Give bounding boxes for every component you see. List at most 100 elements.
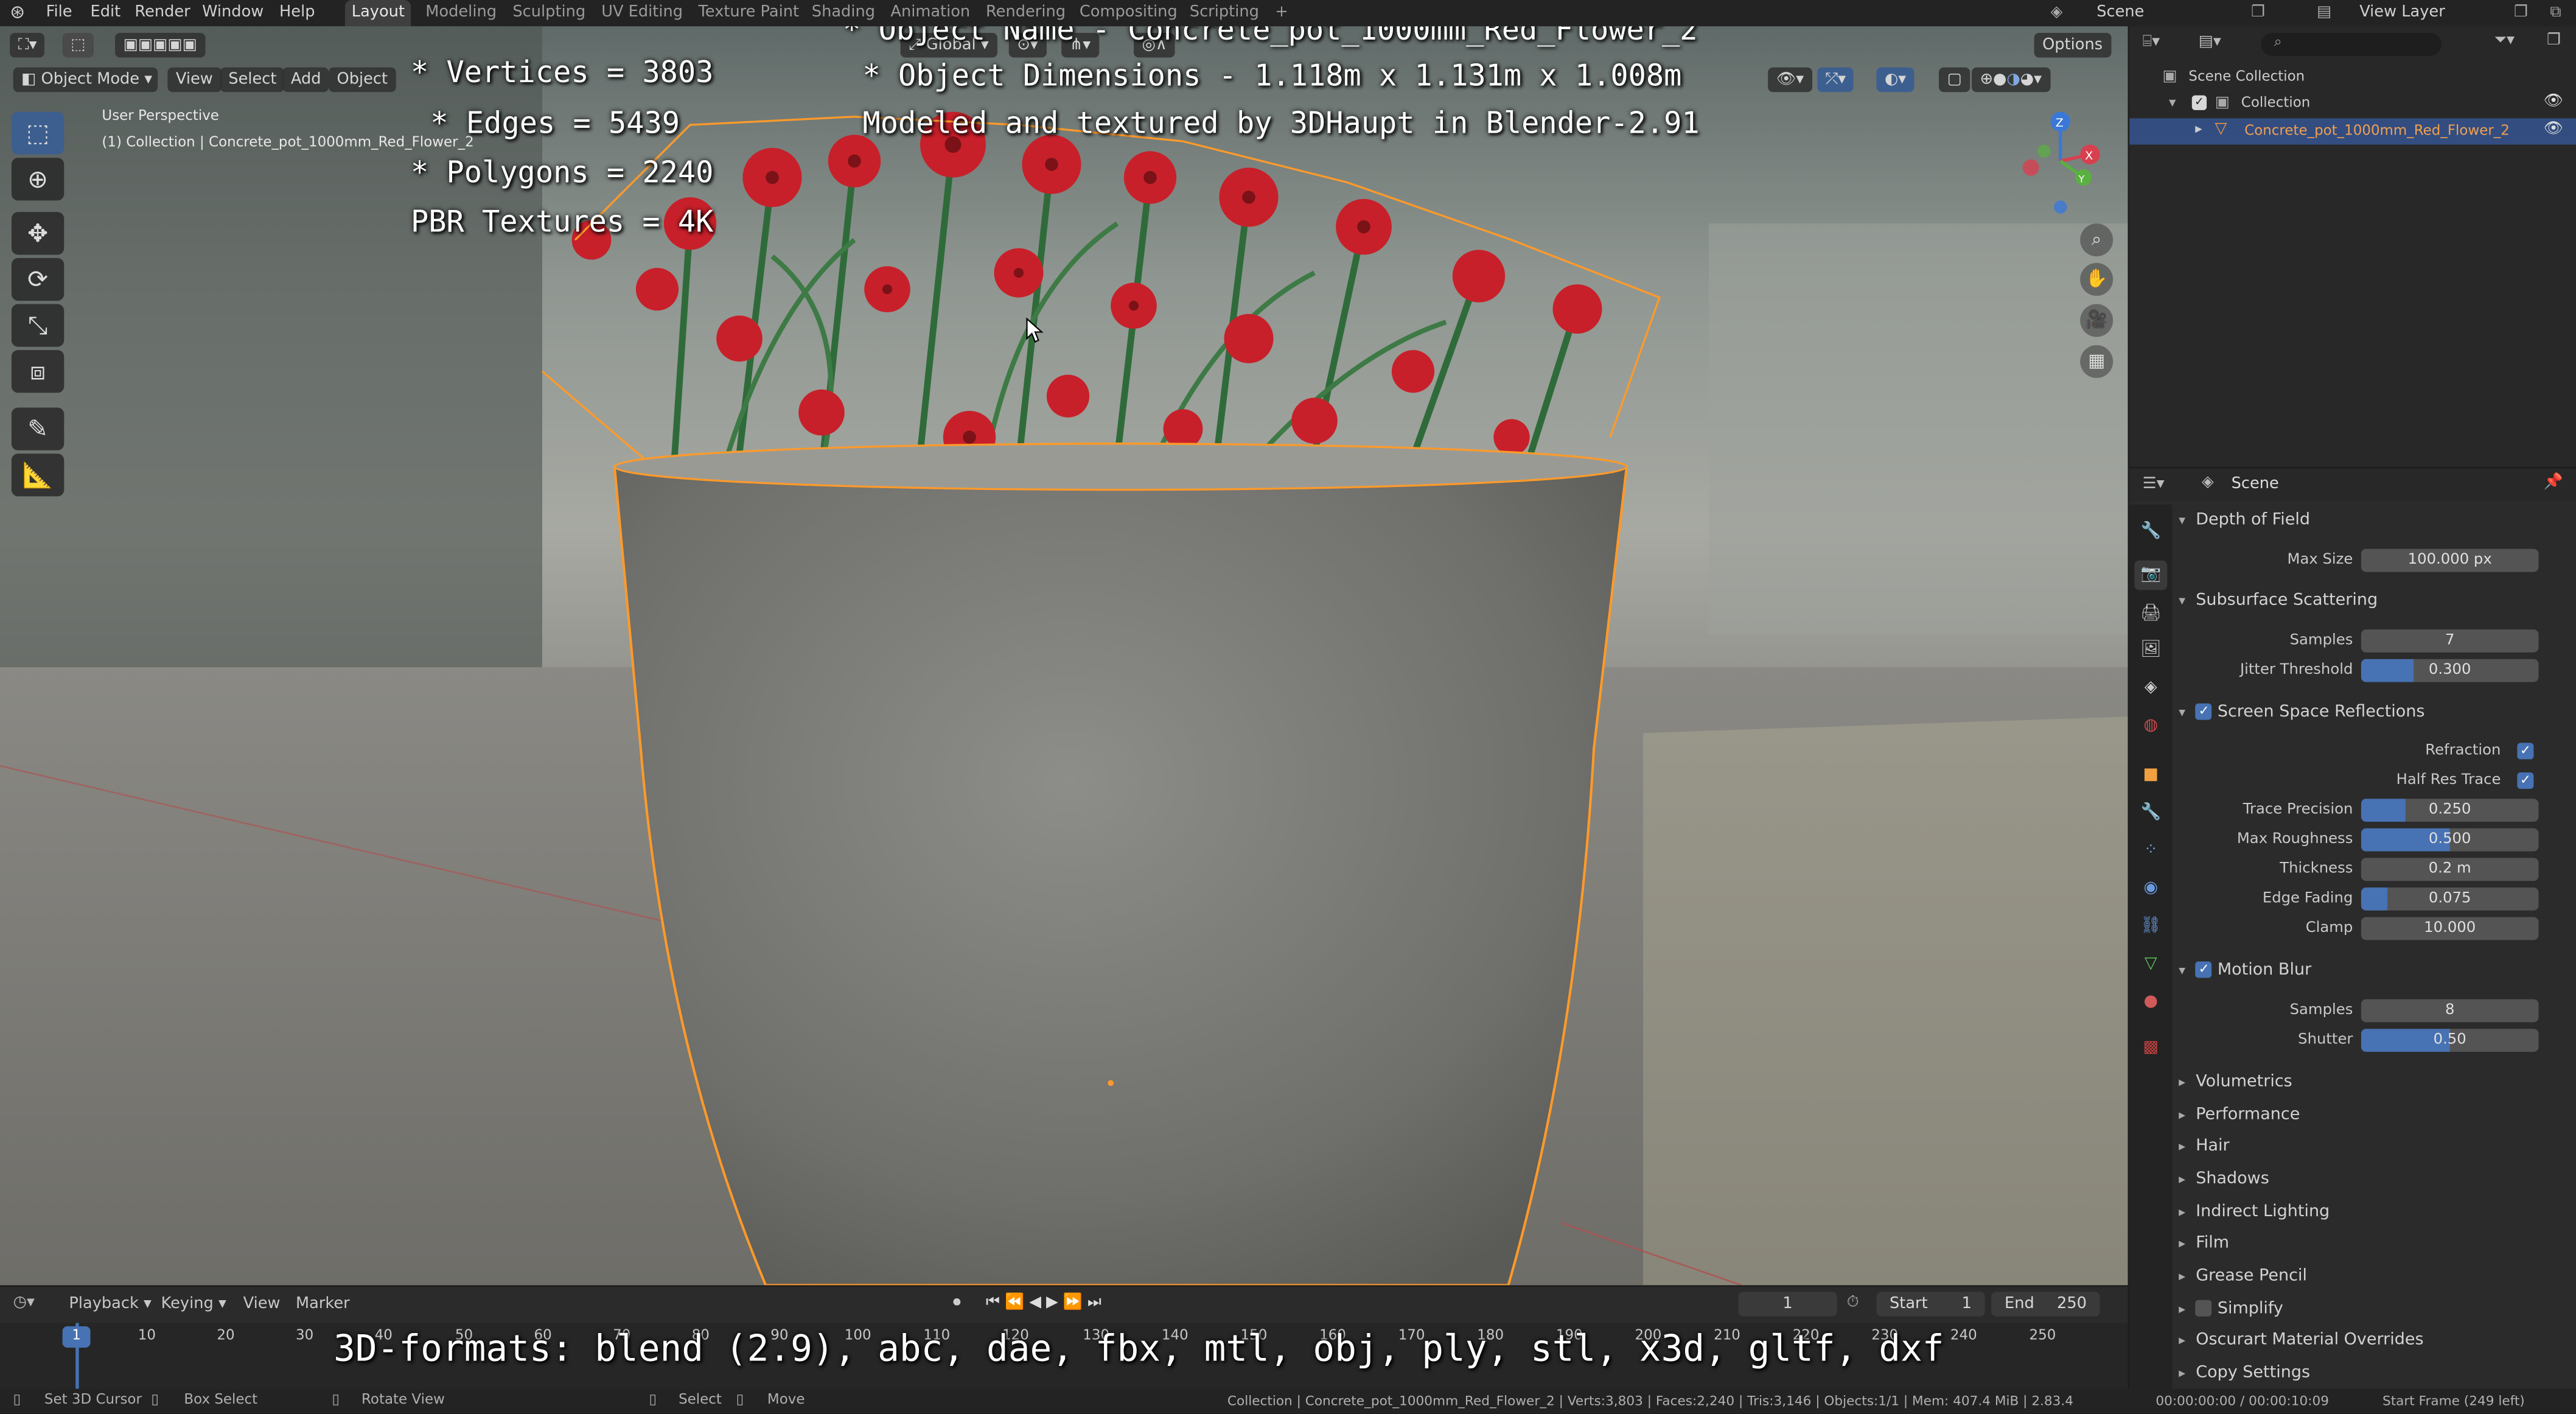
- outliner-panel[interactable]: ⌸▾ ▤▾ ⌕ ⏷▾ ❐ ▣ Scene Collection ▾ ✓ ▣ Co…: [2129, 26, 2576, 467]
- start-frame-field[interactable]: Start 1: [1876, 1292, 1985, 1317]
- properties-panel[interactable]: ☰▾ ◈ Scene 📌 🔧 📷 🖨 🖼 ◈ ◍ ■ 🔧 ⁘ ◉ ⛓ ▽ ● ▩…: [2129, 468, 2576, 1413]
- tab-texture-paint[interactable]: Texture Paint: [692, 0, 806, 26]
- remove-view-layer-icon[interactable]: ⧉: [2550, 0, 2561, 26]
- add-workspace-button[interactable]: +: [1268, 0, 1294, 26]
- motion-blur-checkbox[interactable]: ✓: [2196, 961, 2213, 978]
- half-res-trace-checkbox[interactable]: ✓: [2517, 772, 2534, 789]
- scene-icon[interactable]: ◈: [2051, 0, 2063, 26]
- shading-modes-icons[interactable]: ⊕●◑◕▾: [1972, 67, 2050, 93]
- display-mode-icon[interactable]: ▤▾: [2199, 33, 2221, 51]
- menu-select[interactable]: Select: [220, 67, 285, 93]
- zoom-icon[interactable]: ⌕: [2080, 223, 2114, 257]
- thickness-field[interactable]: 0.2 m: [2361, 858, 2539, 881]
- pin-icon[interactable]: 📌: [2544, 474, 2563, 492]
- simplify-panel[interactable]: ▸ Simplify: [2179, 1295, 2283, 1325]
- material-tab-icon[interactable]: ●: [2134, 988, 2167, 1018]
- new-scene-icon[interactable]: ❐: [2251, 0, 2265, 26]
- object-name-item[interactable]: Concrete_pot_1000mm_Red_Flower_2: [2244, 124, 2510, 140]
- edge-fading-slider[interactable]: 0.075: [2361, 887, 2539, 911]
- grease-pencil-panel[interactable]: ▸ Grease Pencil: [2179, 1262, 2307, 1292]
- transform-tool-icon[interactable]: ⧈: [11, 350, 65, 393]
- trace-precision-slider[interactable]: 0.250: [2361, 799, 2539, 822]
- filter-icon[interactable]: ⏷▾: [2494, 31, 2515, 49]
- editor-type-icon[interactable]: ⛶▾: [10, 33, 46, 58]
- 3d-viewport[interactable]: ⛶▾ ⬚ ▣▣▣▣▣ ◧ Object Mode ▾ View Select A…: [0, 26, 2128, 1286]
- current-frame-field[interactable]: 1: [1738, 1292, 1837, 1317]
- timeline-view-menu[interactable]: View: [243, 1295, 281, 1314]
- copy-settings-panel[interactable]: ▸ Copy Settings: [2179, 1359, 2310, 1389]
- options-dropdown[interactable]: Options: [2034, 33, 2111, 58]
- subsurface-scattering-panel[interactable]: ▾ Subsurface Scattering: [2179, 587, 2378, 617]
- sss-samples-field[interactable]: 7: [2361, 629, 2539, 653]
- hair-panel[interactable]: ▸ Hair: [2179, 1132, 2229, 1162]
- mode-dropdown[interactable]: ◧ Object Mode ▾: [13, 67, 158, 93]
- depth-of-field-panel[interactable]: ▾ Depth of Field: [2179, 506, 2310, 536]
- texture-tab-icon[interactable]: ▩: [2134, 1034, 2167, 1063]
- properties-editor-type-icon[interactable]: ☰▾: [2143, 475, 2165, 493]
- tab-layout[interactable]: Layout: [345, 0, 411, 27]
- cursor-tool-icon[interactable]: ⊕: [11, 158, 65, 201]
- object-visibility-icon[interactable]: 👁: [2544, 120, 2564, 138]
- performance-panel[interactable]: ▸ Performance: [2179, 1101, 2300, 1131]
- menu-file[interactable]: File: [46, 0, 72, 26]
- object-row-selected[interactable]: ▸ ▽ Concrete_pot_1000mm_Red_Flower_2 👁: [2129, 118, 2576, 145]
- camera-view-icon[interactable]: 🎥: [2080, 304, 2114, 337]
- scene-selector[interactable]: Scene: [2096, 0, 2144, 26]
- view-layer-tab-icon[interactable]: 🖼: [2134, 636, 2167, 666]
- film-panel[interactable]: ▸ Film: [2179, 1230, 2229, 1259]
- tab-sculpting[interactable]: Sculpting: [506, 0, 592, 26]
- move-tool-icon[interactable]: ✥: [11, 212, 65, 255]
- menu-edit[interactable]: Edit: [91, 0, 121, 26]
- marker-menu[interactable]: Marker: [296, 1295, 350, 1314]
- outliner-editor-type-icon[interactable]: ⌸▾: [2143, 33, 2160, 51]
- playback-menu[interactable]: Playback ▾: [69, 1295, 152, 1314]
- menu-object[interactable]: Object: [329, 67, 396, 93]
- world-tab-icon[interactable]: ◍: [2134, 712, 2167, 741]
- tool-tab-icon[interactable]: 🔧: [2134, 518, 2167, 548]
- object-expand-icon[interactable]: ▸: [2195, 122, 2202, 138]
- modifier-tab-icon[interactable]: 🔧: [2134, 799, 2167, 828]
- oscurart-overrides-panel[interactable]: ▸ Oscurart Material Overrides: [2179, 1326, 2423, 1356]
- ssr-checkbox[interactable]: ✓: [2196, 703, 2213, 720]
- scene-collection-item[interactable]: Scene Collection: [2188, 69, 2305, 85]
- tab-scripting[interactable]: Scripting: [1183, 0, 1266, 26]
- view-layer-selector[interactable]: View Layer: [2359, 0, 2445, 26]
- menu-render[interactable]: Render: [134, 0, 190, 26]
- visibility-icon[interactable]: 👁▾: [1768, 67, 1812, 93]
- constraints-tab-icon[interactable]: ⛓: [2134, 912, 2167, 942]
- end-frame-field[interactable]: End 250: [1991, 1292, 2100, 1317]
- clamp-field[interactable]: 10.000: [2361, 917, 2539, 940]
- object-tab-icon[interactable]: ■: [2134, 761, 2167, 791]
- new-collection-icon[interactable]: ❐: [2547, 31, 2561, 49]
- navigation-gizmo[interactable]: Z X Y: [2005, 102, 2120, 217]
- xray-icon[interactable]: ▢: [1939, 67, 1970, 93]
- new-view-layer-icon[interactable]: ❐: [2514, 0, 2528, 26]
- mb-samples-field[interactable]: 8: [2361, 999, 2539, 1023]
- menu-window[interactable]: Window: [202, 0, 264, 26]
- tab-shading[interactable]: Shading: [805, 0, 882, 26]
- physics-tab-icon[interactable]: ◉: [2134, 874, 2167, 904]
- data-tab-icon[interactable]: ▽: [2134, 950, 2167, 980]
- collection-visibility-icon[interactable]: 👁: [2544, 92, 2564, 110]
- scale-tool-icon[interactable]: ⤡: [11, 304, 65, 347]
- tab-rendering[interactable]: Rendering: [979, 0, 1072, 26]
- motion-blur-panel[interactable]: ▾ ✓ Motion Blur: [2179, 956, 2311, 986]
- indirect-lighting-panel[interactable]: ▸ Indirect Lighting: [2179, 1198, 2330, 1228]
- particles-tab-icon[interactable]: ⁘: [2134, 836, 2167, 866]
- record-icon[interactable]: ⏺: [953, 1293, 961, 1312]
- selection-mode-icons[interactable]: ▣▣▣▣▣: [115, 33, 206, 58]
- collection-expand-icon[interactable]: ▾: [2169, 96, 2176, 112]
- menu-help[interactable]: Help: [279, 0, 315, 26]
- menu-view[interactable]: View: [167, 67, 222, 93]
- view-layer-icon[interactable]: ▤: [2317, 0, 2331, 26]
- render-tab-icon[interactable]: 📷: [2134, 560, 2168, 590]
- refraction-checkbox[interactable]: ✓: [2517, 743, 2534, 760]
- pan-hand-icon[interactable]: ✋: [2080, 263, 2114, 296]
- playback-controls-icons[interactable]: ⏮⏪◀▶⏩⏭: [986, 1293, 1106, 1312]
- stopwatch-icon[interactable]: ⏱: [1847, 1293, 1859, 1312]
- keying-menu[interactable]: Keying ▾: [161, 1295, 226, 1314]
- annotate-tool-icon[interactable]: ✎: [11, 407, 65, 450]
- output-tab-icon[interactable]: 🖨: [2134, 600, 2167, 630]
- max-size-field[interactable]: 100.000 px: [2361, 548, 2539, 572]
- tab-modeling[interactable]: Modeling: [419, 0, 503, 26]
